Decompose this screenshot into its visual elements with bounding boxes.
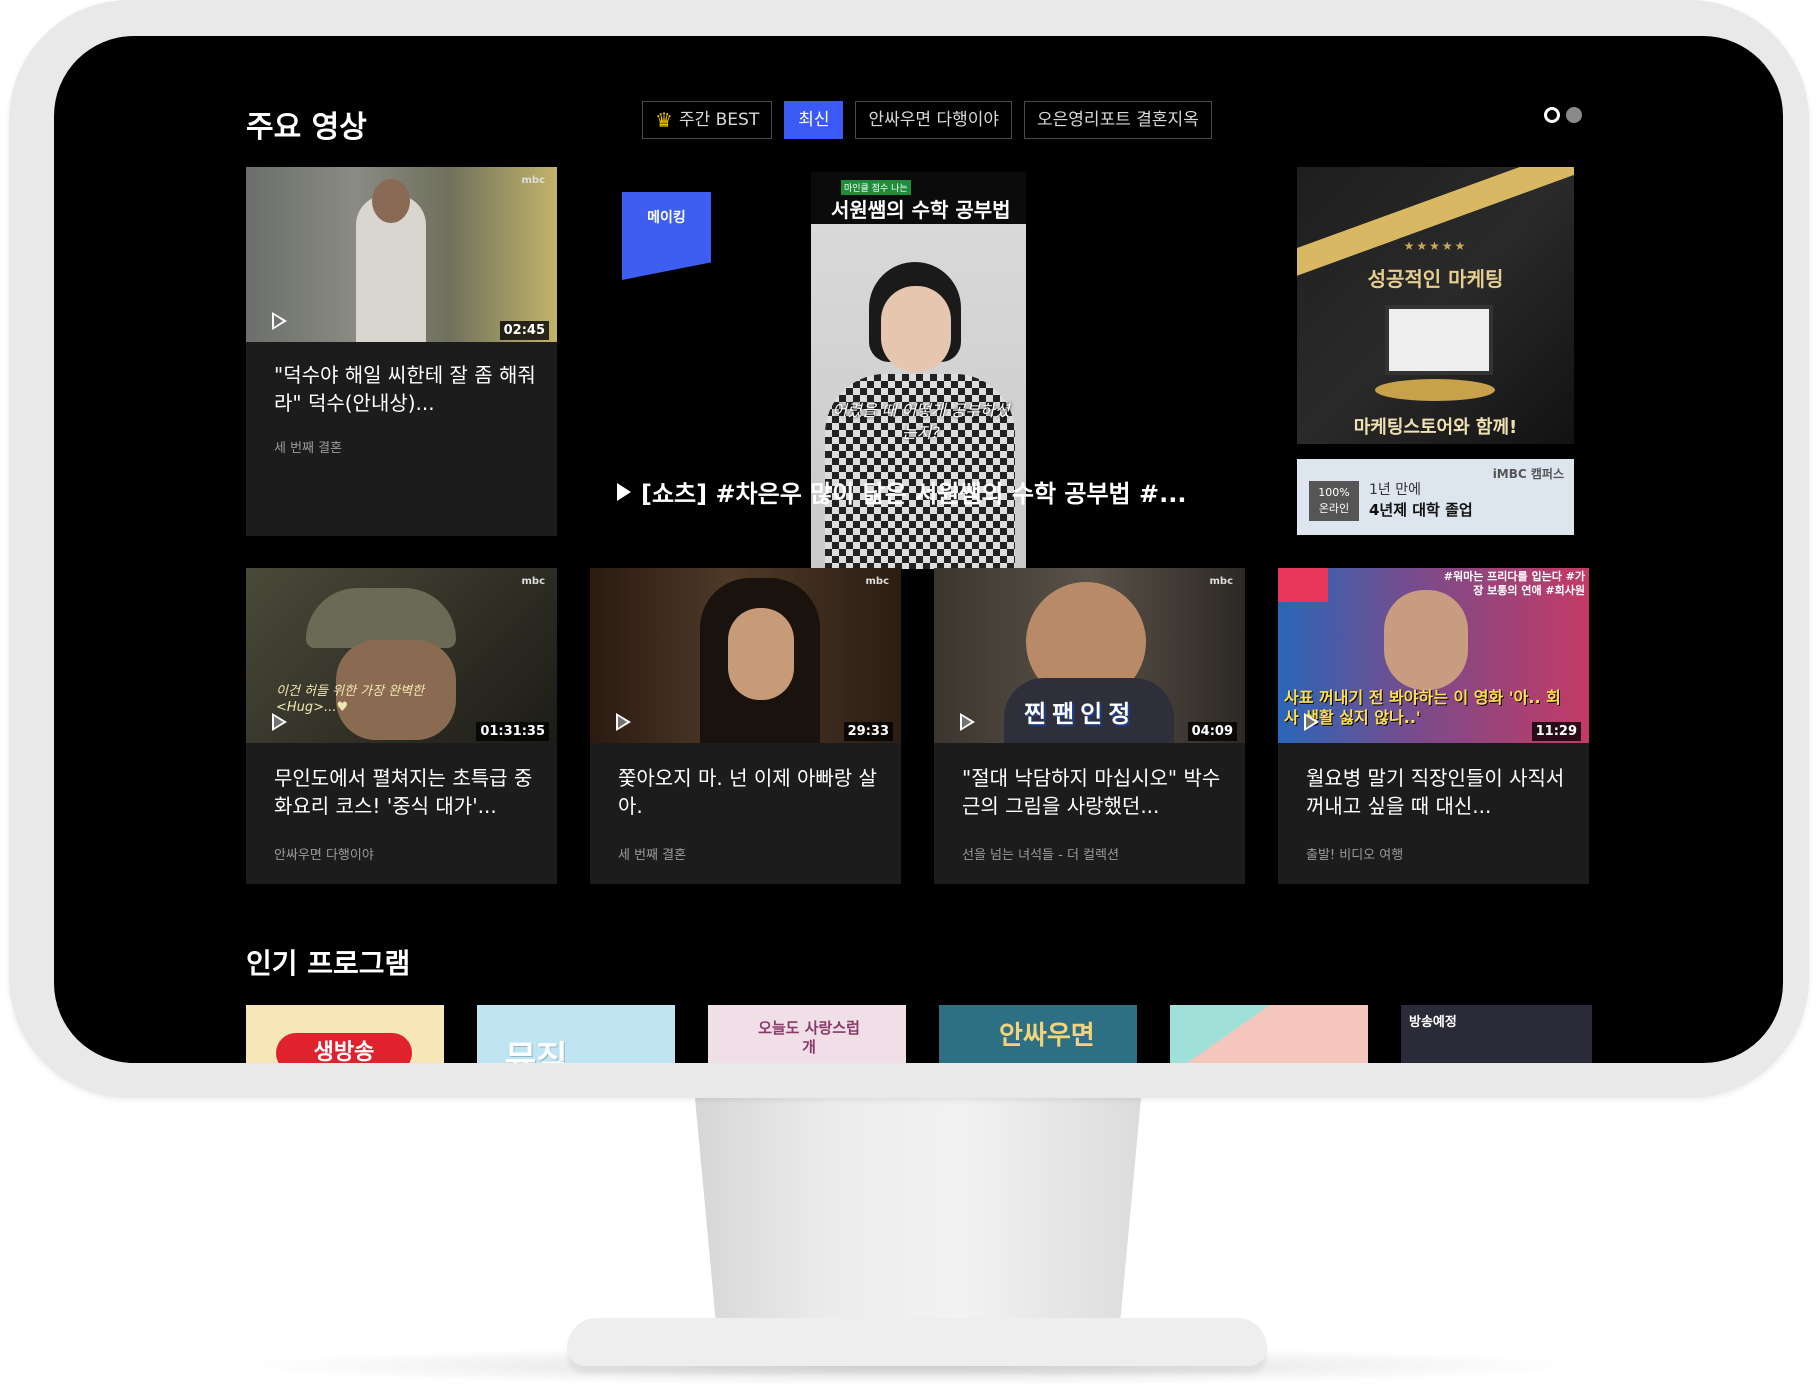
carousel-pager bbox=[1544, 107, 1582, 123]
feature-thumb-body: 어렸을 때 어떻게 공부하셨는지? bbox=[811, 224, 1026, 569]
feature-caption[interactable]: [쇼츠] #차은우 많이 닮은 서원쌤의 수학 공부법 #... bbox=[617, 474, 1186, 509]
tab-latest[interactable]: 최신 bbox=[784, 101, 844, 139]
program-card[interactable]: 뮤직 bbox=[477, 1005, 675, 1063]
person-face bbox=[1384, 590, 1468, 690]
person-face bbox=[881, 286, 951, 372]
feature-video-thumbnail[interactable]: 마인클 점수 나는 서원쌤의 수학 공부법 어렸을 때 어떻게 공부하셨는지? bbox=[811, 172, 1026, 569]
program-name: 출발! 비디오 여행 bbox=[1306, 848, 1404, 863]
video-card-top[interactable]: mbc 02:45 "덕수야 해일 씨한테 잘 좀 해줘라" 덕수(안내상)..… bbox=[246, 167, 557, 536]
thumb-caption: 이건 허들 위한 가장 완벽한 <Hug>...♥ bbox=[276, 684, 425, 715]
ad-footer: 마케팅스토어와 함께! bbox=[1353, 417, 1518, 438]
play-icon bbox=[1304, 713, 1319, 731]
program-name: 선을 넘는 녀석들 - 더 컬렉션 bbox=[962, 848, 1119, 863]
play-icon bbox=[617, 482, 631, 501]
video-thumbnail[interactable]: 찐팬인정 mbc 04:09 bbox=[934, 568, 1245, 743]
person-face bbox=[728, 608, 794, 700]
monitor-frame: 주요 영상 ♛ 주간 BEST 최신 안싸우면 다행이야 오은영리포트 결혼지옥 bbox=[9, 0, 1809, 1098]
thumb-header-small: 마인클 점수 나는 bbox=[841, 180, 911, 195]
ad-pedestal bbox=[1375, 379, 1495, 401]
ad2-line1: 1년 만에 bbox=[1369, 482, 1421, 498]
program-card[interactable] bbox=[1170, 1005, 1368, 1063]
play-icon bbox=[616, 713, 631, 731]
duration-label: 02:45 bbox=[499, 321, 549, 340]
play-icon bbox=[272, 713, 287, 731]
program-graphic bbox=[1170, 1005, 1270, 1063]
feature-title: [쇼츠] #차은우 많이 닮은 서원쌤의 수학 공부법 #... bbox=[641, 480, 1187, 508]
thumb-subtitle: 어렸을 때 어떻게 공부하셨는지? bbox=[832, 401, 1010, 442]
thumb-tags: #워마는 프리다를 입는다 #가장 보통의 연애 #회사원 bbox=[1443, 570, 1585, 597]
section-title-popular-programs: 인기 프로그램 bbox=[246, 947, 411, 980]
hat-graphic bbox=[306, 588, 456, 648]
video-card[interactable]: 찐팬인정 mbc 04:09 "절대 낙담하지 마십시오" 박수근의 그림을 사… bbox=[934, 568, 1245, 884]
making-badge: 메이킹 bbox=[622, 192, 711, 280]
video-card[interactable]: #워마는 프리다를 입는다 #가장 보통의 연애 #회사원 사표 꺼내기 전 봐… bbox=[1278, 568, 1589, 884]
duration-label: 11:29 bbox=[1531, 722, 1581, 741]
ad-stars: ★★★★★ bbox=[1403, 239, 1468, 253]
mbc-logo: mbc bbox=[1209, 576, 1233, 587]
program-label: 방송예정 bbox=[1409, 1015, 1457, 1030]
mbc-logo: mbc bbox=[521, 175, 545, 186]
tab-oh-report[interactable]: 오은영리포트 결혼지옥 bbox=[1024, 101, 1212, 139]
program-label: 뮤직 bbox=[505, 1039, 568, 1063]
video-filter-tabs: ♛ 주간 BEST 최신 안싸우면 다행이야 오은영리포트 결혼지옥 bbox=[642, 101, 1212, 139]
video-thumbnail[interactable]: mbc 02:45 bbox=[246, 167, 557, 342]
play-icon bbox=[960, 713, 975, 731]
video-title[interactable]: 무인도에서 펼쳐지는 초특급 중화요리 코스! '중식 대가'... bbox=[274, 764, 536, 820]
video-title[interactable]: 쫓아오지 마. 넌 이제 아빠랑 살아. bbox=[618, 764, 880, 820]
tab-label: 최신 bbox=[798, 110, 830, 130]
video-card[interactable]: mbc 29:33 쫓아오지 마. 넌 이제 아빠랑 살아. 세 번째 결혼 bbox=[590, 568, 901, 884]
mbc-logo: mbc bbox=[865, 576, 889, 587]
video-thumbnail[interactable]: mbc 29:33 bbox=[590, 568, 901, 743]
ad-banner-marketing[interactable]: ★★★★★ 성공적인 마케팅 마케팅스토어와 함께! bbox=[1297, 167, 1574, 444]
pager-dot-2[interactable] bbox=[1566, 107, 1582, 123]
thumb-caption: 사표 꺼내기 전 봐야하는 이 영화 '아.. 회사 생활 싫지 않나..' bbox=[1284, 688, 1561, 727]
tab-label: 안싸우면 다행이야 bbox=[868, 110, 1000, 130]
ad2-badge: 100% 온라인 bbox=[1309, 481, 1359, 521]
tab-label: 오은영리포트 결혼지옥 bbox=[1037, 110, 1199, 130]
section-title-main-videos: 주요 영상 bbox=[246, 110, 367, 145]
mbc-logo: mbc bbox=[521, 576, 545, 587]
thumb-caption: 찐팬인정 bbox=[1024, 700, 1137, 728]
video-thumbnail[interactable]: #워마는 프리다를 입는다 #가장 보통의 연애 #회사원 사표 꺼내기 전 봐… bbox=[1278, 568, 1589, 743]
duration-label: 01:31:35 bbox=[476, 722, 549, 741]
tab-weekly-best[interactable]: ♛ 주간 BEST bbox=[642, 101, 773, 139]
ad-monitor-graphic bbox=[1385, 305, 1493, 375]
program-label: 오늘도 사랑스럽개 bbox=[758, 1019, 860, 1056]
program-label: 안싸우면 bbox=[999, 1021, 1095, 1051]
video-title[interactable]: 월요병 말기 직장인들이 사직서 꺼내고 싶을 때 대신... bbox=[1306, 764, 1568, 820]
monitor-stand-neck bbox=[695, 1098, 1141, 1338]
ad2-badge-top: 100% bbox=[1318, 486, 1350, 499]
ad2-badge-bottom: 온라인 bbox=[1318, 502, 1350, 515]
person-head bbox=[372, 179, 410, 223]
program-label: 생방송 bbox=[276, 1033, 412, 1063]
program-name: 세 번째 결혼 bbox=[618, 848, 687, 863]
tab-ansaumyeon[interactable]: 안싸우면 다행이야 bbox=[855, 101, 1013, 139]
feature-thumb-header: 마인클 점수 나는 서원쌤의 수학 공부법 bbox=[811, 172, 1026, 224]
show-logo bbox=[1278, 568, 1328, 602]
video-card[interactable]: 이건 허들 위한 가장 완벽한 <Hug>...♥ mbc 01:31:35 무… bbox=[246, 568, 557, 884]
program-card[interactable]: 생방송 bbox=[246, 1005, 444, 1063]
tab-label: 주간 BEST bbox=[678, 110, 760, 130]
duration-label: 29:33 bbox=[843, 722, 893, 741]
video-title[interactable]: "절대 낙담하지 마십시오" 박수근의 그림을 사랑했던... bbox=[962, 764, 1224, 820]
ad-title: 성공적인 마케팅 bbox=[1367, 267, 1504, 291]
program-card[interactable]: 안싸우면 bbox=[939, 1005, 1137, 1063]
screen: 주요 영상 ♛ 주간 BEST 최신 안싸우면 다행이야 오은영리포트 결혼지옥 bbox=[54, 36, 1783, 1063]
program-name: 세 번째 결혼 bbox=[274, 441, 343, 456]
duration-label: 04:09 bbox=[1187, 722, 1237, 741]
pager-dot-1[interactable] bbox=[1544, 107, 1560, 123]
play-icon bbox=[272, 312, 287, 330]
ad-banner-imbc-campus[interactable]: 100% 온라인 1년 만에 4년제 대학 졸업 iMBC 캠퍼스 bbox=[1297, 459, 1574, 535]
crown-icon: ♛ bbox=[655, 108, 673, 132]
ad2-line2: 4년제 대학 졸업 bbox=[1369, 501, 1473, 519]
program-name: 안싸우면 다행이야 bbox=[274, 848, 374, 863]
program-card[interactable]: 오늘도 사랑스럽개 bbox=[708, 1005, 906, 1063]
program-card[interactable]: 방송예정 bbox=[1401, 1005, 1592, 1063]
video-thumbnail[interactable]: 이건 허들 위한 가장 완벽한 <Hug>...♥ mbc 01:31:35 bbox=[246, 568, 557, 743]
video-title[interactable]: "덕수야 해일 씨한테 잘 좀 해줘라" 덕수(안내상)... bbox=[274, 361, 536, 417]
ad2-brand: iMBC 캠퍼스 bbox=[1492, 467, 1564, 481]
monitor-stand-base bbox=[567, 1318, 1267, 1366]
thumb-header-title: 서원쌤의 수학 공부법 bbox=[831, 198, 1011, 222]
